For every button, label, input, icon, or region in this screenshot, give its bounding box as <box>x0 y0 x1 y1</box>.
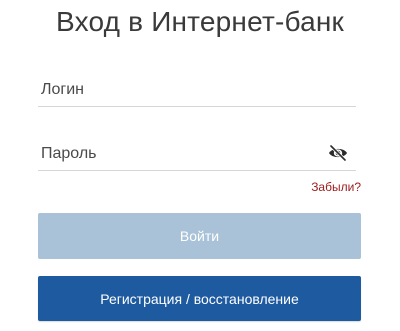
login-input[interactable] <box>38 78 321 102</box>
login-button[interactable]: Войти <box>38 213 361 259</box>
page-title: Вход в Интернет-банк <box>56 6 344 37</box>
register-button[interactable]: Регистрация / восстановление <box>38 276 361 321</box>
login-form: Вход в Интернет-банк Забыли? Войти Регис… <box>0 0 400 331</box>
forgot-password-link[interactable]: Забыли? <box>0 180 361 194</box>
login-field <box>38 66 356 107</box>
password-input[interactable] <box>38 142 321 166</box>
password-field <box>38 130 356 171</box>
eye-off-icon[interactable] <box>328 144 348 162</box>
